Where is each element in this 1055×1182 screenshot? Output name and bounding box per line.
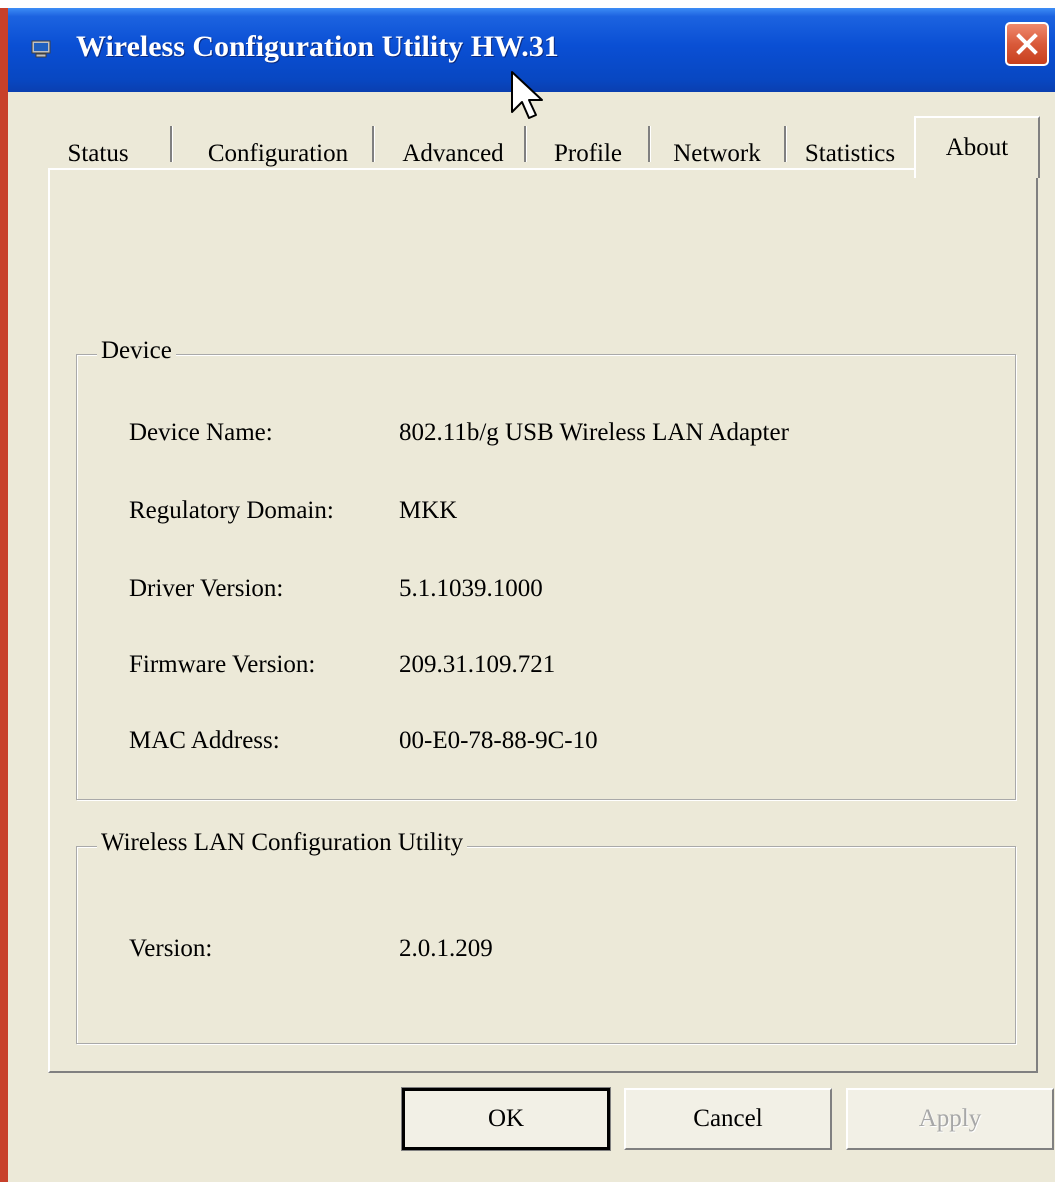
- ok-button-label: OK: [487, 1105, 525, 1132]
- tab-label: Profile: [553, 140, 623, 167]
- utility-groupbox: Wireless LAN Configuration Utility Versi…: [76, 829, 1016, 1044]
- device-name-label: Device Name:: [129, 419, 273, 446]
- tab-label: Configuration: [207, 140, 349, 167]
- tab-separator: [372, 126, 375, 162]
- firmware-version-value: 209.31.109.721: [399, 651, 556, 678]
- apply-button[interactable]: Apply: [846, 1088, 1054, 1150]
- tab-separator: [784, 126, 787, 162]
- tab-about[interactable]: About: [914, 116, 1040, 178]
- apply-button-label: Apply: [918, 1105, 982, 1132]
- driver-version-label: Driver Version:: [129, 575, 284, 602]
- window-edge: [0, 8, 8, 1182]
- ok-button[interactable]: OK: [401, 1087, 611, 1151]
- mouse-cursor-icon: [511, 71, 543, 119]
- tab-label: Status: [67, 140, 129, 167]
- tab-separator: [648, 126, 651, 162]
- device-name-value: 802.11b/g USB Wireless LAN Adapter: [399, 419, 789, 446]
- regulatory-domain-value: MKK: [399, 497, 458, 524]
- driver-version-value: 5.1.1039.1000: [399, 575, 543, 602]
- tab-label: About: [945, 134, 1009, 161]
- tab-label: Statistics: [804, 140, 896, 167]
- tab-label: Advanced: [402, 140, 504, 167]
- device-group-title: Device: [97, 337, 176, 365]
- cancel-button[interactable]: Cancel: [624, 1088, 832, 1150]
- dialog-window: Wireless Configuration Utility HW.31 Sta…: [0, 8, 1055, 1182]
- utility-group-title: Wireless LAN Configuration Utility: [97, 829, 468, 857]
- utility-version-label: Version:: [129, 935, 213, 962]
- tab-label: Network: [673, 140, 761, 167]
- device-groupbox: Device Device Name: 802.11b/g USB Wirele…: [76, 337, 1016, 800]
- utility-version-value: 2.0.1.209: [399, 935, 493, 962]
- tab-separator: [170, 126, 173, 162]
- cancel-button-label: Cancel: [693, 1105, 763, 1132]
- tab-separator: [524, 126, 527, 162]
- mac-address-value: 00-E0-78-88-9C-10: [399, 727, 598, 754]
- regulatory-domain-label: Regulatory Domain:: [129, 497, 334, 524]
- computer-icon: [31, 40, 51, 58]
- firmware-version-label: Firmware Version:: [129, 651, 316, 678]
- close-button[interactable]: [1005, 22, 1049, 66]
- close-icon: [1016, 33, 1038, 55]
- about-tab-panel: Device Device Name: 802.11b/g USB Wirele…: [48, 168, 1038, 1073]
- window-title: Wireless Configuration Utility HW.31: [76, 30, 559, 63]
- mac-address-label: MAC Address:: [129, 727, 280, 754]
